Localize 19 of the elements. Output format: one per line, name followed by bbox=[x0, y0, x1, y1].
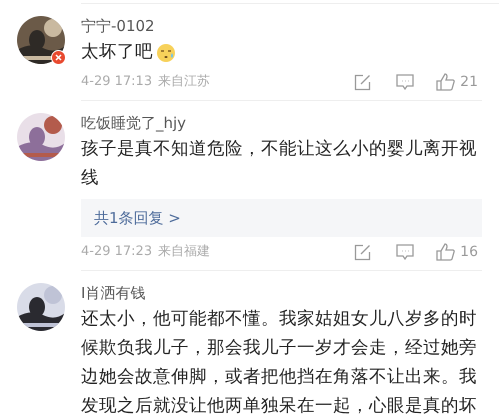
comment-text: 孩子是真不知道危险，不能让这么小的婴儿离开视线 bbox=[81, 138, 478, 190]
comment-icon[interactable] bbox=[396, 244, 414, 260]
username[interactable]: 吃饭睡觉了_hjy bbox=[81, 113, 186, 133]
comment-icon[interactable] bbox=[396, 74, 414, 90]
timestamp: 4-29 17:23 bbox=[81, 243, 152, 262]
like-count: 16 bbox=[460, 242, 478, 262]
reply-link[interactable]: 共1条回复 > bbox=[81, 199, 482, 237]
location: 来自福建 bbox=[158, 243, 210, 262]
thumbs-up-icon[interactable] bbox=[436, 243, 456, 261]
share-icon[interactable] bbox=[354, 244, 372, 260]
timestamp: 4-29 17:13 bbox=[81, 73, 152, 92]
username[interactable]: I肖洒有钱 bbox=[81, 283, 146, 303]
like-count: 21 bbox=[460, 72, 478, 92]
location: 来自江苏 bbox=[158, 73, 210, 92]
comment-text: 太坏了吧 bbox=[81, 41, 153, 64]
share-icon[interactable] bbox=[354, 74, 372, 90]
thumbs-up-icon[interactable] bbox=[436, 73, 456, 91]
comment-text: 还太小，他可能都不懂。我家姑姐女儿八岁多的时候欺负我儿子，那会我儿子一岁才会走，经过她旁边她会故意伸脚，或者把他挡在角落不让出来。我发现之后就没让他两单独呆在一起，心眼是真的坏 bbox=[81, 308, 478, 418]
username[interactable]: 宁宁-0102 bbox=[81, 16, 155, 36]
